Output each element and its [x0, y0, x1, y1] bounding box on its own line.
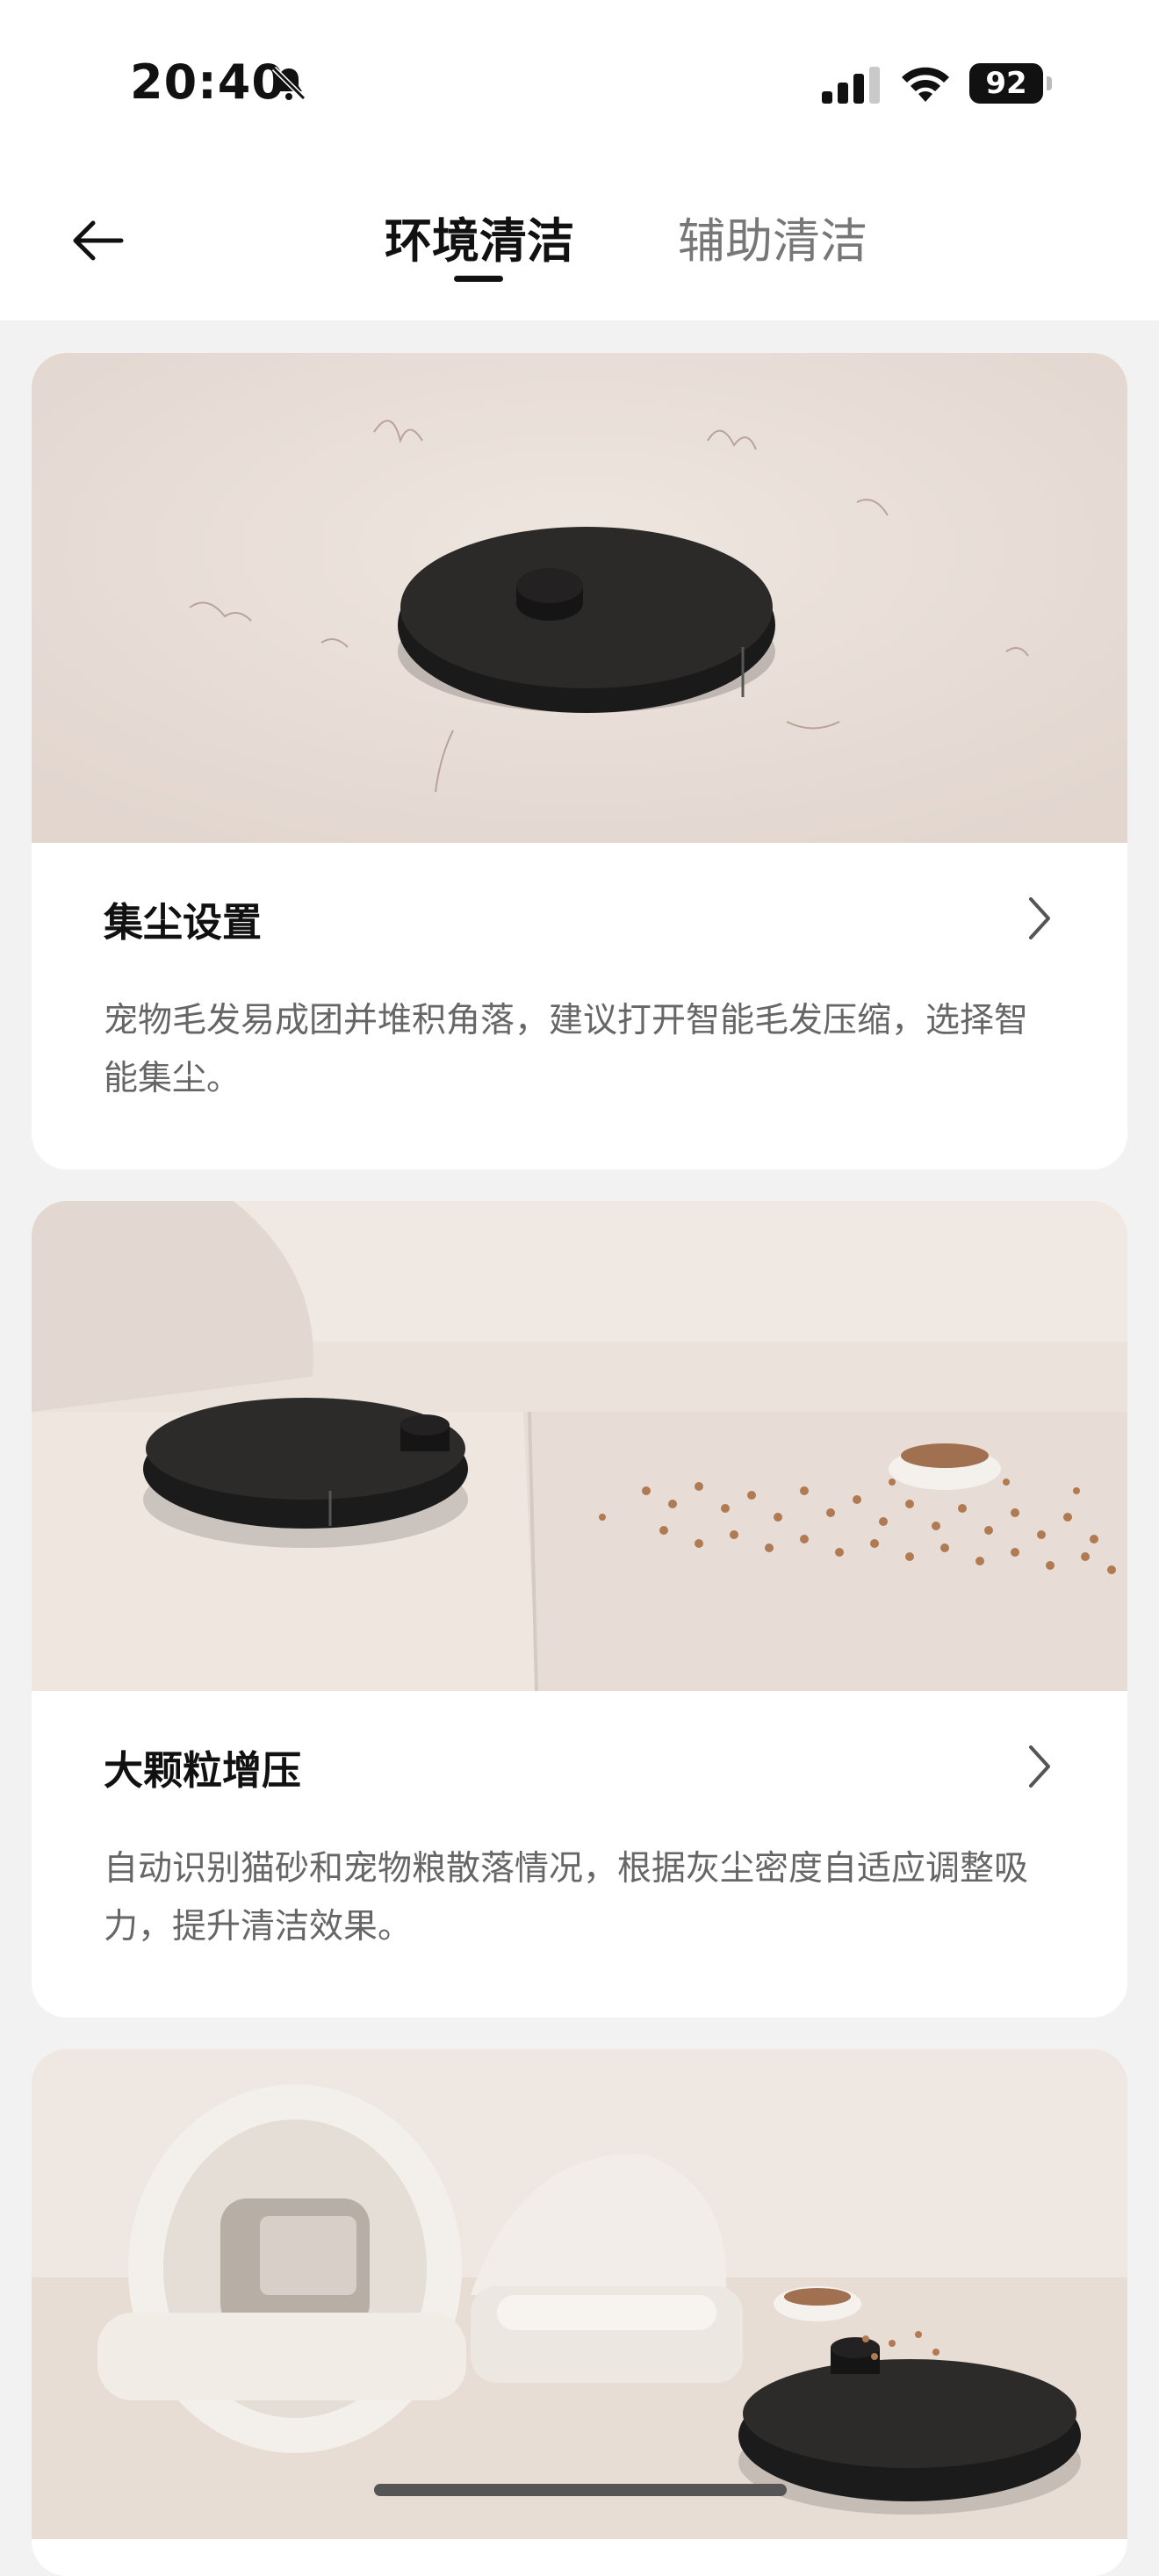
card-title: 集尘设置: [104, 899, 263, 946]
card-dust-collection[interactable]: 集尘设置 宠物毛发易成团并堆积角落，建议打开智能毛发压缩，选择智能集尘。: [32, 353, 1127, 1169]
pet-products-robot-vacuum-image: [32, 2049, 1127, 2539]
robot-vacuum-pet-hair-image: [32, 353, 1127, 843]
tab-assisted-cleaning[interactable]: 辅助清洁: [678, 211, 867, 272]
top-bar: 20:40 92 环境清洁 辅助清洁: [0, 0, 1159, 320]
chevron-right-icon[interactable]: [1024, 1742, 1055, 1791]
tab-active-indicator: [454, 276, 503, 282]
tab-environment-cleaning[interactable]: 环境清洁: [385, 211, 574, 272]
battery-tip: [1047, 76, 1052, 90]
battery-indicator: 92: [969, 63, 1052, 104]
chevron-right-icon[interactable]: [1024, 894, 1055, 943]
card-large-particle-boost[interactable]: 大颗粒增压 自动识别猫砂和宠物粮散落情况，根据灰尘密度自适应调整吸力，提升清洁效…: [32, 1201, 1127, 2018]
battery-level: 92: [985, 66, 1027, 101]
back-arrow-icon[interactable]: [67, 216, 130, 265]
card-description: 宠物毛发易成团并堆积角落，建议打开智能毛发压缩，选择智能集尘。: [104, 1001, 1029, 1098]
robot-vacuum-pet-food-image: [32, 1201, 1127, 1691]
wifi-icon: [902, 67, 949, 102]
card-description: 自动识别猫砂和宠物粮散落情况，根据灰尘密度自适应调整吸力，提升清洁效果。: [104, 1849, 1029, 1946]
status-time: 20:40: [130, 54, 285, 110]
bell-muted-icon: [271, 66, 306, 101]
card-title: 大颗粒增压: [104, 1747, 302, 1794]
card-pet-area[interactable]: [32, 2049, 1127, 2576]
cellular-signal-icon: [822, 67, 880, 104]
home-indicator[interactable]: [374, 2484, 787, 2496]
